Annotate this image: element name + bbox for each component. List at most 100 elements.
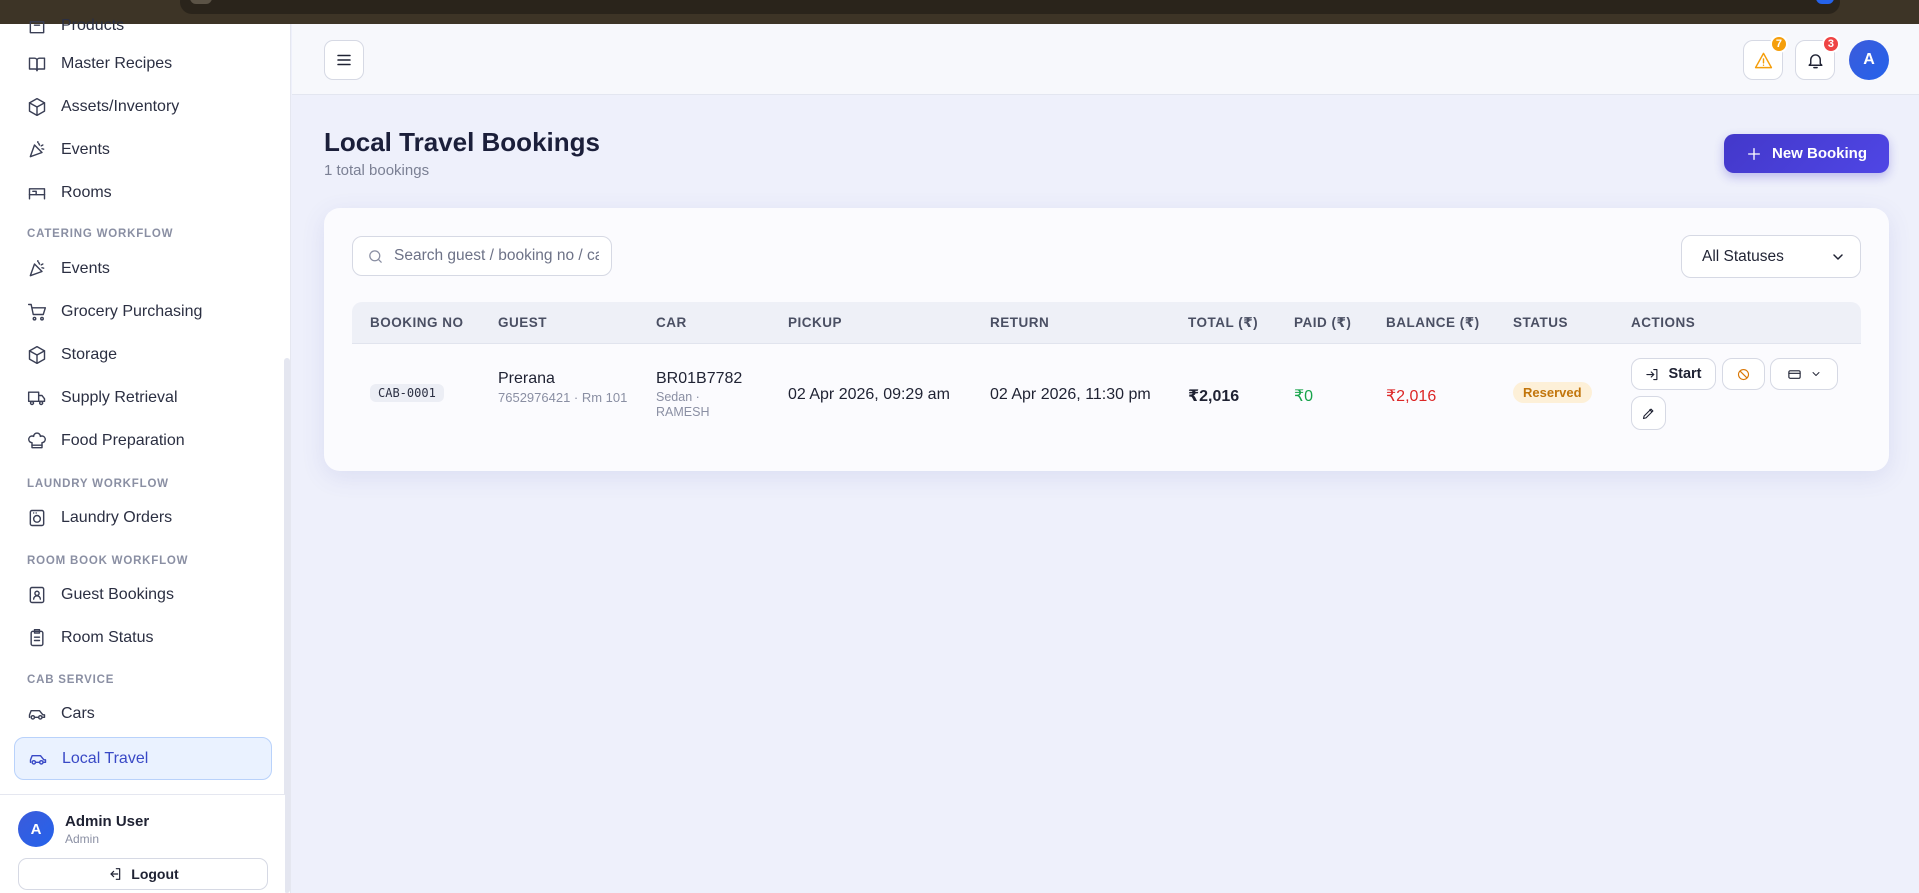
user-name: Admin User (65, 813, 150, 830)
bed-icon (28, 188, 46, 200)
status-badge: Reserved (1513, 382, 1592, 403)
column-header[interactable]: BALANCE (₹) (1386, 302, 1480, 344)
truck-icon (27, 391, 46, 406)
column-header: ACTIONS (1631, 315, 1696, 330)
start-trip-button[interactable]: Start (1631, 358, 1716, 390)
pencil-icon (1642, 408, 1654, 419)
sidebar-item-label: Rooms (61, 184, 112, 201)
sidebar-item-guest-bookings[interactable]: Guest Bookings (14, 575, 272, 615)
sidebar-item-cars[interactable]: Cars (14, 694, 272, 734)
sidebar-item-label: Storage (61, 346, 118, 363)
sidebar-item-label: Events (61, 141, 110, 158)
sidebar-item-label: Assets/Inventory (61, 98, 180, 115)
guest-name: Prerana (498, 370, 555, 387)
sidebar-item-grocery-purchasing[interactable]: Grocery Purchasing (14, 292, 272, 332)
ban-icon (1737, 368, 1750, 380)
section-label-cab: CAB SERVICE (27, 674, 115, 686)
notifications-count-badge: 3 (1821, 35, 1840, 53)
chevron-down-icon (1833, 253, 1843, 260)
box-icon (29, 21, 45, 34)
notifications-button[interactable]: 3 (1795, 35, 1840, 80)
login-arrow-icon (1646, 368, 1658, 380)
page-subtitle: 1 total bookings (324, 162, 430, 179)
section-label-roombook: ROOM BOOK WORKFLOW (27, 555, 189, 567)
clipboard-icon (30, 628, 44, 647)
logout-button[interactable]: Logout (18, 858, 268, 890)
car-icon (29, 754, 47, 765)
user-role: Admin (65, 832, 100, 846)
sidebar-item-label: Food Preparation (61, 432, 185, 449)
sidebar-item-products[interactable]: Products (14, 6, 272, 46)
alerts-button[interactable]: 7 (1743, 35, 1788, 80)
top-header: 7 3 A (292, 24, 1919, 95)
cart-icon (27, 303, 47, 321)
table-row[interactable]: CAB-0001 Prerana 7652976421 · Rm 101 BR0… (352, 344, 1861, 436)
column-header[interactable]: GUEST (498, 302, 547, 344)
return-time: 02 Apr 2026, 11:30 pm (990, 386, 1151, 403)
sidebar-item-label: Guest Bookings (61, 586, 174, 603)
cancel-booking-button[interactable] (1722, 358, 1765, 390)
chef-hat-icon (28, 432, 46, 449)
washer-icon (29, 509, 45, 527)
sidebar-item-label: Events (61, 260, 110, 277)
start-label: Start (1668, 366, 1702, 382)
new-booking-label: New Booking (1771, 145, 1867, 162)
column-header[interactable]: BOOKING NO (370, 302, 464, 344)
page-title: Local Travel Bookings (324, 127, 600, 157)
search-field[interactable] (352, 236, 612, 276)
search-icon (369, 249, 382, 263)
bell-icon (1807, 53, 1823, 68)
booking-number: CAB-0001 (370, 384, 444, 402)
bookings-card: All Statuses BOOKING NO GUEST CAR PICKUP… (324, 208, 1889, 471)
table-header: BOOKING NO GUEST CAR PICKUP RETURN TOTAL… (352, 302, 1861, 344)
new-booking-button[interactable]: New Booking (1724, 134, 1889, 173)
balance-amount: ₹2,016 (1386, 388, 1437, 405)
column-header[interactable]: CAR (656, 302, 687, 344)
browser-address-pill (180, 0, 1840, 14)
cube-icon (28, 97, 46, 117)
sidebar-item-laundry-orders[interactable]: Laundry Orders (14, 498, 272, 538)
hamburger-icon (337, 54, 351, 66)
status-filter-value: All Statuses (1702, 247, 1784, 265)
sidebar-item-label: Local Travel (62, 749, 149, 767)
paid-amount: ₹0 (1294, 388, 1314, 405)
chevron-down-icon (1812, 372, 1819, 376)
sidebar-item-label: Supply Retrieval (61, 389, 178, 406)
payment-menu-button[interactable] (1770, 358, 1838, 390)
plus-icon (1747, 147, 1760, 160)
car-icon (28, 709, 46, 720)
party-icon (29, 259, 45, 277)
sidebar-item-label: Room Status (61, 629, 154, 646)
sidebar-item-rooms[interactable]: Rooms (14, 173, 272, 213)
card-icon (1787, 369, 1801, 379)
column-header[interactable]: PICKUP (788, 302, 842, 344)
sidebar-item-events[interactable]: Events (14, 130, 272, 170)
column-header[interactable]: RETURN (990, 302, 1049, 344)
sidebar-item-master-recipes[interactable]: Master Recipes (14, 44, 272, 84)
sidebar-user-panel: A Admin User Admin Logout (0, 794, 285, 893)
guest-meta: 7652976421 · Rm 101 (498, 390, 628, 405)
warning-icon (1754, 52, 1772, 68)
column-header[interactable]: STATUS (1513, 302, 1568, 344)
contact-icon (29, 586, 45, 604)
sidebar-item-label: Master Recipes (61, 55, 173, 72)
party-icon (29, 140, 45, 158)
column-header[interactable]: TOTAL (₹) (1188, 302, 1258, 344)
sidebar-item-assets-inventory[interactable]: Assets/Inventory (14, 87, 272, 127)
sidebar-item-storage[interactable]: Storage (14, 335, 272, 375)
sidebar-item-label: Laundry Orders (61, 509, 173, 526)
sidebar-item-room-status[interactable]: Room Status (14, 618, 272, 658)
menu-toggle-button[interactable] (324, 40, 364, 80)
car-meta: Sedan · RAMESH (656, 390, 710, 419)
search-input[interactable] (394, 247, 599, 265)
column-header[interactable]: PAID (₹) (1294, 302, 1351, 344)
logout-label: Logout (131, 866, 179, 882)
status-filter-select[interactable]: All Statuses (1681, 235, 1861, 278)
sidebar-item-label: Grocery Purchasing (61, 303, 203, 320)
sidebar-item-supply-retrieval[interactable]: Supply Retrieval (14, 378, 272, 418)
header-avatar[interactable]: A (1849, 40, 1889, 80)
sidebar-item-catering-events[interactable]: Events (14, 249, 272, 289)
sidebar-item-food-preparation[interactable]: Food Preparation (14, 421, 272, 461)
edit-booking-button[interactable] (1631, 396, 1666, 430)
sidebar-item-local-travel[interactable]: Local Travel (14, 737, 272, 780)
